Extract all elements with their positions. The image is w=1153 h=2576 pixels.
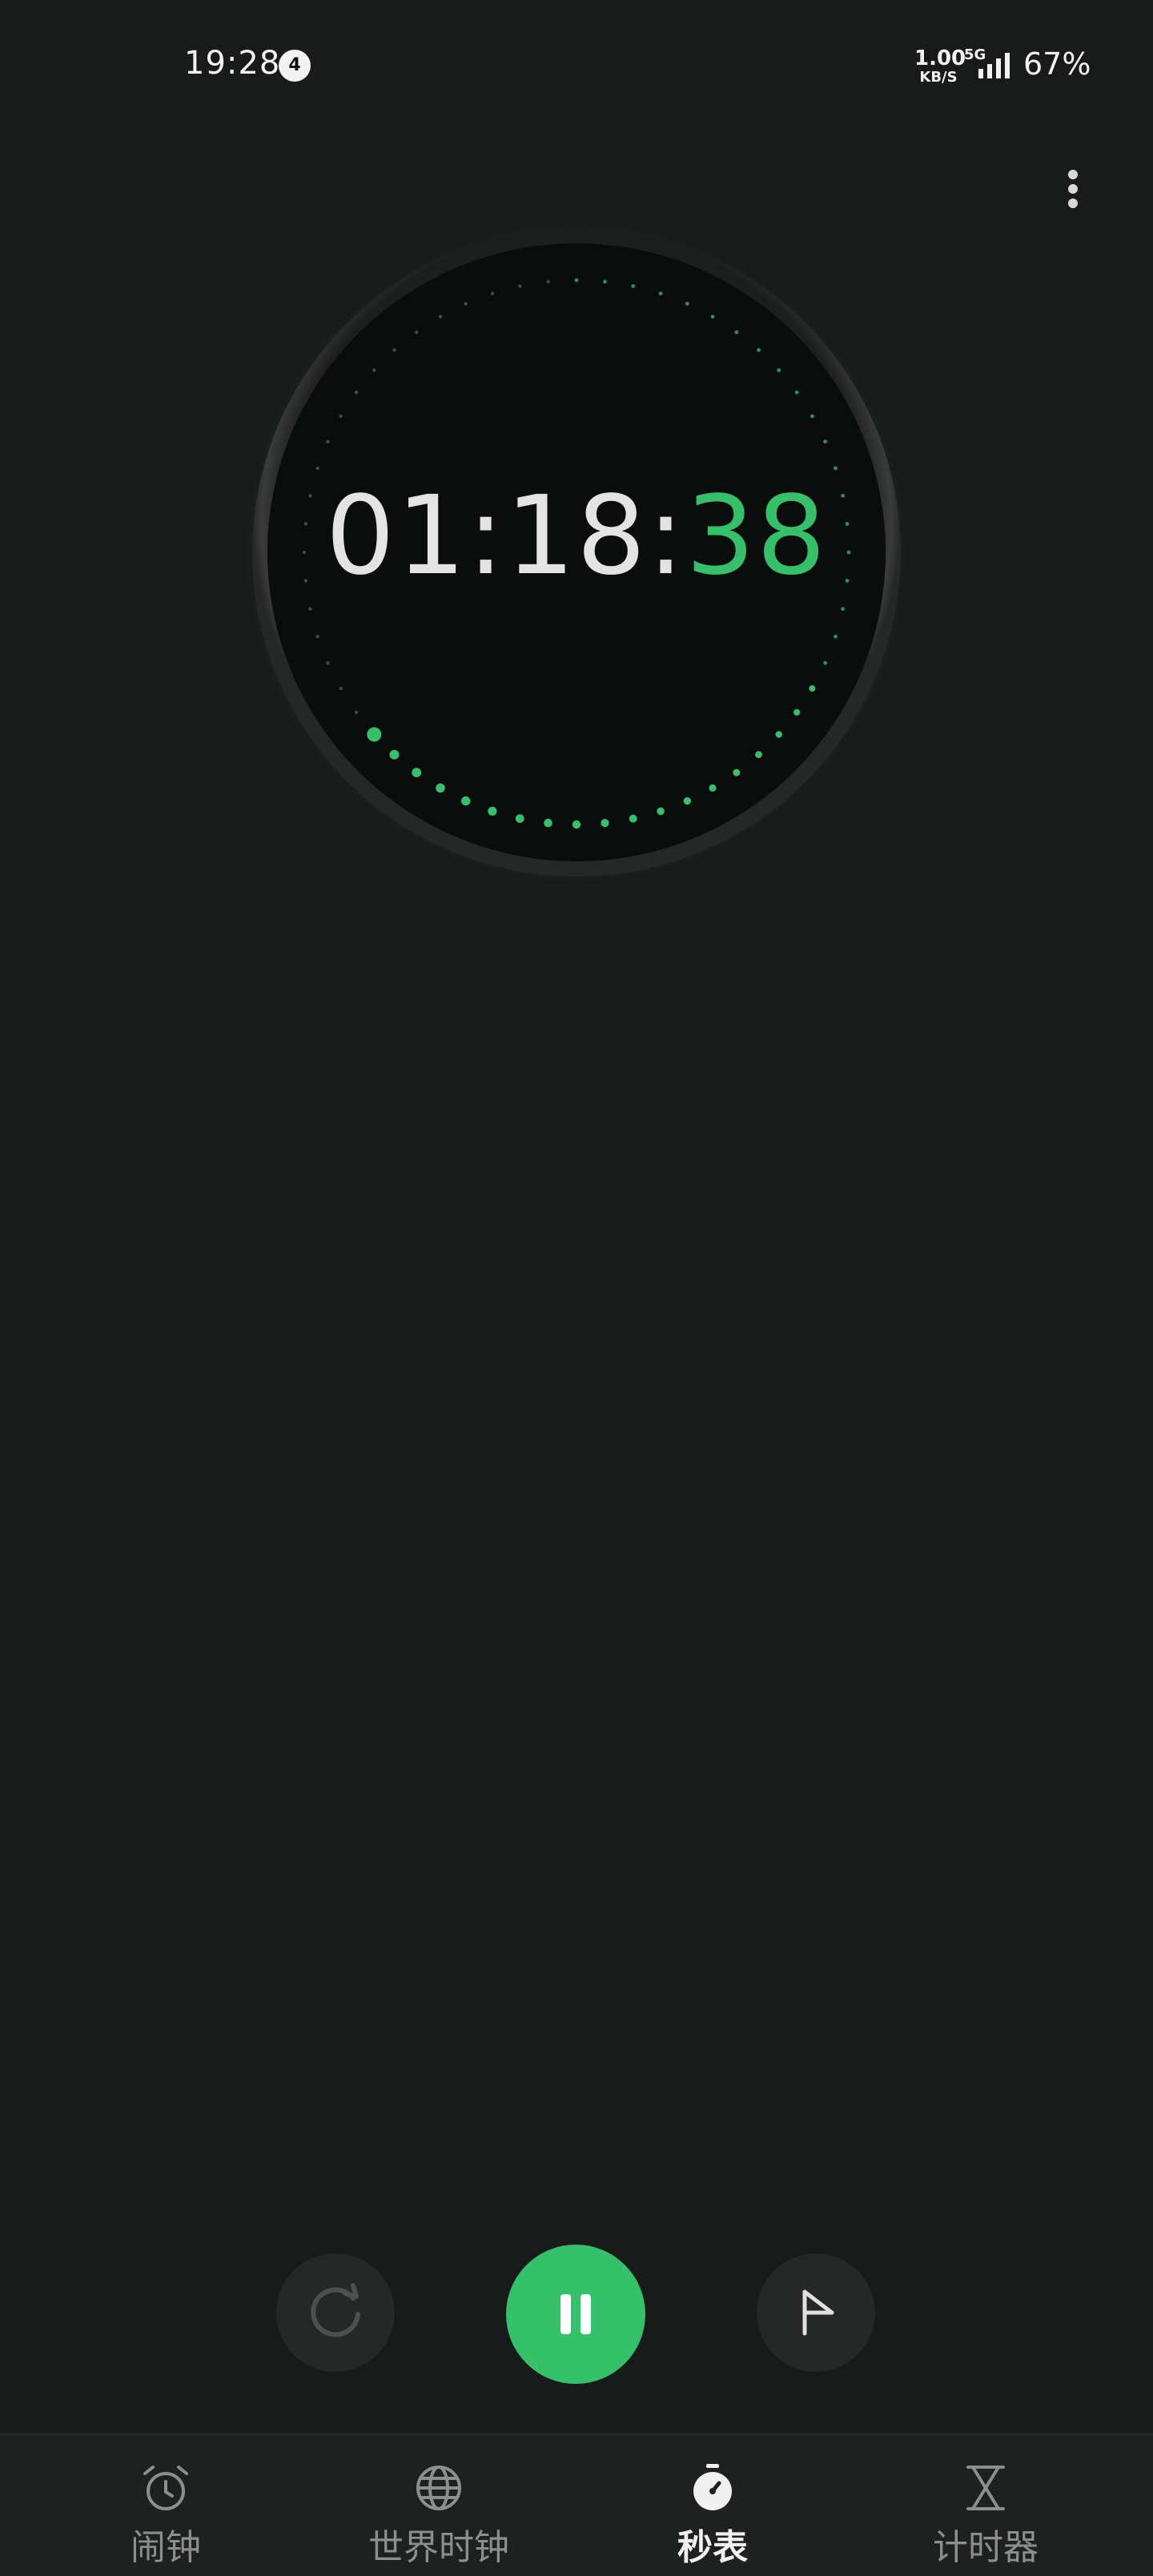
progress-tick <box>354 391 359 395</box>
network-speed-value: 1.00 <box>914 46 966 70</box>
progress-tick <box>574 278 579 283</box>
progress-tick <box>755 751 762 759</box>
lap-button[interactable] <box>757 2253 875 2372</box>
progress-head-dot <box>367 727 382 742</box>
progress-tick <box>775 731 782 738</box>
progress-tick <box>438 315 443 319</box>
progress-tick <box>515 814 524 823</box>
stopwatch-time: 01:18:38 <box>240 482 913 591</box>
battery-level: 67% <box>1023 46 1091 82</box>
progress-tick <box>339 686 343 691</box>
notification-badge: 4 <box>279 50 311 82</box>
progress-tick <box>572 820 581 829</box>
progress-tick <box>546 279 550 284</box>
progress-tick <box>631 284 636 288</box>
progress-tick <box>841 607 845 612</box>
progress-tick <box>326 661 330 665</box>
reset-icon <box>311 2283 360 2337</box>
progress-tick <box>685 302 689 306</box>
progress-tick <box>308 607 312 611</box>
hourglass-icon <box>966 2466 1005 2510</box>
stopwatch-time-main: 01:18: <box>325 473 686 600</box>
progress-tick <box>793 708 801 716</box>
progress-tick <box>603 279 607 284</box>
progress-tick <box>461 796 471 806</box>
progress-tick <box>464 302 468 306</box>
progress-tick <box>601 819 609 828</box>
progress-tick <box>733 768 741 776</box>
more-dot-icon <box>1068 170 1078 179</box>
progress-tick <box>658 291 663 295</box>
network-speed: 1.00 KB/S <box>914 46 966 86</box>
progress-tick <box>683 796 691 805</box>
alarm-clock-icon <box>143 2466 188 2510</box>
flag-icon <box>802 2289 834 2336</box>
progress-tick <box>834 466 838 471</box>
more-dot-icon <box>1068 184 1078 194</box>
nav-label-world-clock: 世界时钟 <box>368 2527 509 2568</box>
progress-tick <box>412 768 422 777</box>
nav-item-stopwatch[interactable]: 秒表 <box>568 2435 857 2576</box>
progress-tick <box>518 284 522 288</box>
progress-tick <box>810 414 814 419</box>
progress-tick <box>544 818 552 828</box>
nav-item-alarm[interactable]: 闹钟 <box>22 2435 310 2576</box>
progress-tick <box>326 439 330 443</box>
progress-tick <box>315 634 319 639</box>
status-time: 19:28 <box>184 45 281 82</box>
progress-tick <box>372 368 376 372</box>
nav-label-alarm: 闹钟 <box>131 2527 201 2568</box>
progress-tick <box>315 466 319 471</box>
progress-tick <box>757 347 761 352</box>
progress-tick <box>809 685 816 692</box>
progress-tick <box>710 315 715 319</box>
progress-tick <box>823 660 827 665</box>
nav-label-stopwatch: 秒表 <box>677 2527 748 2568</box>
nav-item-world-clock[interactable]: 世界时钟 <box>295 2435 583 2576</box>
more-dot-icon <box>1068 199 1078 208</box>
globe-icon <box>416 2466 461 2510</box>
progress-tick <box>657 807 665 816</box>
progress-tick <box>339 414 343 419</box>
progress-tick <box>823 439 827 444</box>
progress-tick <box>709 784 717 792</box>
stopwatch-dial: 01:18:38 <box>240 216 913 889</box>
progress-tick <box>392 348 396 352</box>
progress-tick <box>436 783 445 793</box>
progress-tick <box>490 291 495 295</box>
nav-item-timer[interactable]: 计时器 <box>842 2435 1130 2576</box>
progress-tick <box>794 390 799 395</box>
progress-tick <box>488 806 497 817</box>
progress-tick <box>777 368 781 372</box>
progress-tick <box>629 814 637 823</box>
progress-tick <box>734 330 739 335</box>
bottom-navigation: 闹钟 世界时钟 秒表 计时器 <box>0 2434 1153 2576</box>
pause-icon <box>560 2294 591 2334</box>
signal-icon <box>978 53 1010 78</box>
stopwatch-time-seconds: 38 <box>685 473 828 600</box>
pause-button[interactable] <box>506 2245 645 2384</box>
status-bar: 19:28 4 1.00 KB/S 5G 67% <box>0 0 1153 136</box>
nav-label-timer: 计时器 <box>933 2527 1039 2568</box>
more-options-button[interactable] <box>1049 165 1097 213</box>
progress-tick <box>389 749 400 760</box>
network-speed-unit: KB/S <box>919 69 958 86</box>
progress-tick <box>415 330 419 335</box>
stopwatch-icon <box>693 2464 732 2510</box>
progress-tick <box>834 634 838 639</box>
reset-button[interactable] <box>276 2253 395 2372</box>
progress-tick <box>354 710 359 714</box>
